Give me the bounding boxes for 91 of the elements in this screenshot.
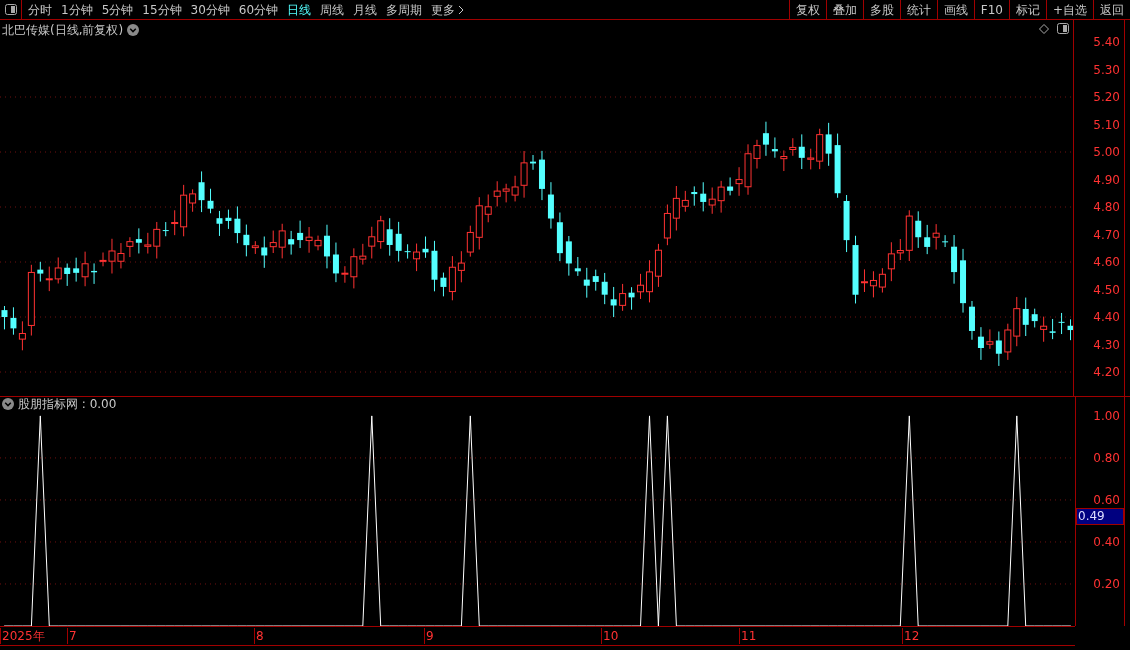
candle (431, 240, 438, 292)
axis-label: 5.40 (1093, 36, 1120, 48)
candle (942, 234, 949, 248)
toolbar-button[interactable]: 画线 (936, 0, 974, 19)
candle (1, 305, 8, 330)
axis-label: 4.60 (1093, 256, 1120, 268)
candle (951, 234, 958, 285)
period-tab[interactable]: 分时 (28, 0, 52, 19)
indicator-title: 股朋指标网 : 0.00 (18, 397, 117, 411)
candle (1031, 308, 1038, 328)
toolbar-button[interactable]: 复权 (788, 0, 826, 19)
axis-label: 4.50 (1093, 283, 1120, 296)
panel-icon (4, 4, 17, 15)
candle (288, 230, 295, 256)
axis-label: 0.80 (1093, 451, 1120, 464)
candle (539, 150, 545, 201)
axis-label: 5.20 (1093, 91, 1120, 103)
axis-label: 4.40 (1093, 311, 1120, 323)
axis-label: 5.30 (1093, 63, 1120, 76)
candle (64, 263, 71, 287)
axis-label: 0.60 (1093, 493, 1120, 506)
candle (332, 242, 339, 283)
toolbar-button[interactable]: F10 (973, 0, 1009, 19)
period-tab[interactable]: 15分钟 (142, 0, 182, 19)
panel-icon[interactable] (1057, 23, 1069, 34)
period-tab[interactable]: 多周期 (386, 0, 423, 19)
candle (1067, 318, 1073, 341)
period-tab[interactable]: 60分钟 (238, 0, 279, 19)
date-label: 10 (601, 628, 619, 644)
candle (843, 194, 850, 253)
candle (977, 326, 984, 361)
candle (834, 133, 841, 199)
candle (574, 256, 581, 277)
toolbar-button[interactable]: 统计 (899, 0, 937, 19)
candle (852, 235, 859, 304)
date-label: 7 (67, 628, 77, 644)
candle (915, 210, 922, 249)
axis-label: 5.10 (1093, 118, 1120, 131)
candle (583, 267, 590, 299)
candle (960, 248, 966, 314)
candle (556, 212, 563, 262)
axis-label: 4.70 (1093, 228, 1120, 241)
date-label: 2025年 (0, 628, 45, 644)
toolbar-button[interactable]: 标记 (1008, 0, 1046, 19)
toolbar-button[interactable]: 叠加 (825, 0, 863, 19)
toolbar-button[interactable]: 返回 (1093, 0, 1130, 19)
axis-label: 1.00 (1093, 409, 1120, 422)
axis-label: 4.90 (1093, 173, 1120, 186)
candle (592, 269, 599, 292)
candle (207, 188, 214, 214)
period-tab[interactable]: 月线 (353, 0, 378, 19)
chevron-down-icon[interactable] (2, 398, 14, 410)
date-label: 9 (424, 628, 434, 644)
date-label: 12 (902, 628, 920, 644)
candle (404, 243, 411, 260)
chevron-right-icon (458, 4, 465, 15)
period-tab[interactable]: 1分钟 (61, 0, 93, 19)
axis-label: 4.20 (1093, 366, 1120, 378)
candle (225, 209, 232, 230)
toolbar-button[interactable]: 多股 (862, 0, 900, 19)
chevron-down-icon[interactable] (127, 24, 140, 36)
candle (565, 235, 572, 277)
diamond-icon[interactable] (1039, 23, 1049, 34)
more-button[interactable]: 更多 (431, 0, 465, 19)
axis-label: 4.80 (1093, 201, 1120, 213)
candle (234, 205, 241, 244)
period-tab[interactable]: 周线 (320, 0, 345, 19)
date-label: 11 (739, 628, 757, 644)
axis-label: 0.20 (1093, 577, 1120, 590)
candle (1058, 312, 1065, 335)
axis-label: 0.40 (1093, 535, 1120, 548)
candle (969, 300, 975, 341)
candle (395, 221, 402, 263)
candle (324, 224, 330, 269)
date-label: 8 (254, 628, 264, 644)
axis-label: 5.00 (1093, 146, 1120, 158)
period-tab[interactable]: 30分钟 (190, 0, 230, 19)
period-tab[interactable]: 5分钟 (101, 0, 134, 19)
chart-title: 北巴传媒(日线,前复权) (2, 22, 124, 39)
candle (530, 154, 536, 171)
candle (691, 185, 698, 207)
candle (547, 181, 554, 230)
axis-label: 4.30 (1093, 338, 1120, 351)
candle (610, 286, 617, 318)
candle (601, 272, 608, 305)
cursor-value-label: 0.49 (1076, 508, 1124, 525)
toolbar-button[interactable]: +自选 (1045, 0, 1093, 19)
candle (216, 210, 223, 237)
period-tab[interactable]: 日线 (287, 0, 312, 19)
candle (771, 136, 778, 159)
candle (637, 273, 644, 300)
